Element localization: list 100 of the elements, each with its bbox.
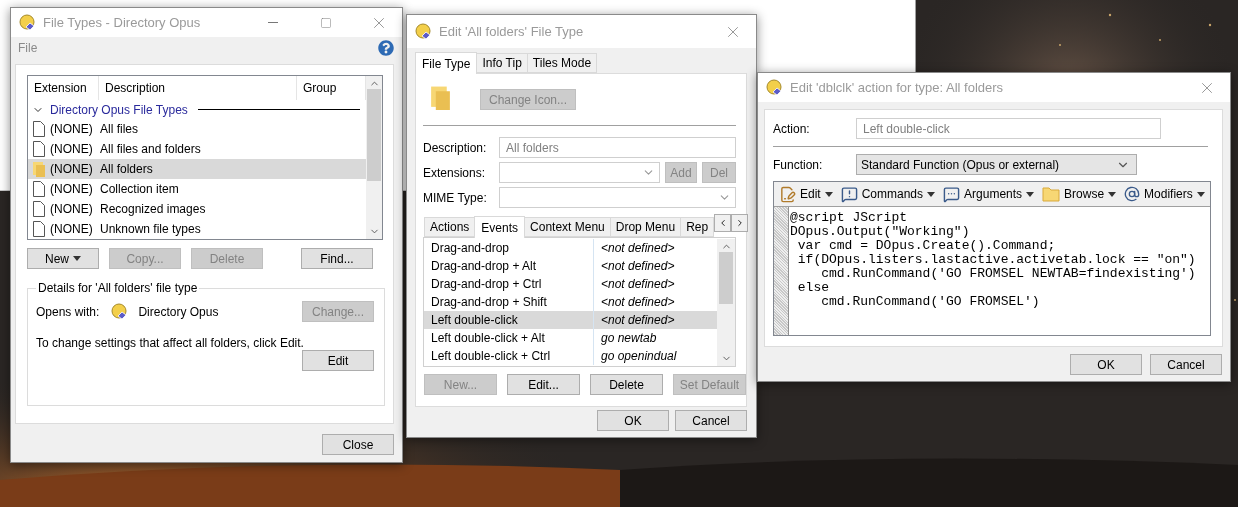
button[interactable]: Delete: [590, 374, 663, 395]
scrollbar-thumb[interactable]: [367, 89, 381, 181]
at-sign-icon: [1124, 186, 1141, 202]
code-line: if(DOpus.listers.lastactive.activetab.lock == "on"): [796, 253, 1196, 267]
table-row[interactable]: (NONE) All files: [28, 119, 366, 139]
column-header[interactable]: Description: [99, 76, 297, 100]
event-name: Drag-and-drop: [430, 240, 511, 257]
event-name: Left double-click + Ctrl: [430, 348, 552, 365]
list-row[interactable]: Left double-click + Alt go newtab: [424, 329, 717, 347]
list-row[interactable]: Left double-click <not defined>: [424, 311, 717, 329]
dropdown-button[interactable]: New: [27, 248, 99, 269]
file-icon: [33, 201, 45, 217]
tab[interactable]: Info Tip: [476, 53, 528, 73]
code-line: cmd.RunCommand('GO FROMSEL'): [820, 295, 1041, 309]
table-row[interactable]: (NONE) Recognized images: [28, 199, 366, 219]
field-label: MIME Type:: [423, 190, 488, 205]
event-command: <not defined>: [593, 239, 715, 257]
tab[interactable]: Drop Menu: [609, 217, 682, 237]
event-name: Left double-click: [430, 312, 519, 329]
file-icon: [33, 141, 45, 157]
edit-button[interactable]: Edit: [302, 350, 374, 371]
group-header: Directory Opus File Types: [50, 102, 188, 117]
event-name: Drag-and-drop + Shift: [430, 294, 548, 311]
app-icon: [415, 23, 432, 40]
scroll-right-button[interactable]: [731, 214, 749, 232]
scrollbar-thumb[interactable]: [719, 252, 733, 304]
table-row[interactable]: (NONE) Collection item: [28, 179, 366, 199]
app-icon: [766, 79, 783, 96]
table-row[interactable]: (NONE) All folders: [28, 159, 366, 179]
close-button[interactable]: Close: [322, 434, 394, 455]
column-header[interactable]: Extension: [28, 76, 99, 100]
info-text: To change settings that affect all folders, click Edit.: [36, 336, 305, 350]
text-field[interactable]: Left double-click: [856, 118, 1161, 139]
cancel-button[interactable]: Cancel: [675, 410, 747, 431]
event-name: Left double-click + Alt: [430, 330, 546, 347]
event-name: Drag-and-drop + Alt: [430, 258, 538, 275]
tab[interactable]: Rep: [680, 217, 715, 237]
tab[interactable]: Tiles Mode: [526, 53, 598, 73]
app-name: Directory Opus: [138, 304, 219, 319]
table-cell-text: (NONE): [50, 182, 94, 196]
table-cell-text: Collection item: [100, 182, 180, 196]
code-line: cmd.RunCommand('GO FROMSEL NEWTAB=findexisting'): [820, 267, 1196, 281]
maximize-icon: [320, 16, 332, 29]
table-cell-text: (NONE): [50, 202, 94, 216]
toolbar-menu[interactable]: Browse: [1042, 186, 1117, 202]
file-icon: [33, 181, 45, 197]
tab[interactable]: Events: [474, 216, 526, 238]
event-command: <not defined>: [593, 275, 715, 293]
window-title: File Types - Directory Opus: [43, 15, 202, 30]
table-cell-text: All folders: [100, 162, 154, 176]
tab[interactable]: Actions: [424, 217, 476, 237]
dropdown[interactable]: Standard Function (Opus or external): [856, 154, 1137, 175]
ok-button[interactable]: OK: [597, 410, 669, 431]
toolbar-menu[interactable]: Arguments: [943, 185, 1035, 203]
table-row[interactable]: (NONE) All files and folders: [28, 139, 366, 159]
field-label: Description:: [423, 140, 488, 155]
table-row[interactable]: (NONE) Unknown file types: [28, 219, 366, 239]
event-command: <not defined>: [593, 311, 715, 329]
list-row[interactable]: Drag-and-drop + Ctrl <not defined>: [424, 275, 717, 293]
caret-icon: [927, 191, 936, 197]
exclamation-bubble-icon: [840, 185, 858, 203]
tab[interactable]: Context Menu: [524, 217, 611, 237]
code-line: else: [796, 281, 830, 295]
combo-box[interactable]: [499, 162, 660, 183]
app-icon: [111, 303, 129, 320]
tab[interactable]: File Type: [415, 52, 478, 74]
table-cell-text: All files and folders: [100, 142, 202, 156]
list-row[interactable]: Left double-click + Ctrl go openindual: [424, 347, 717, 365]
caret-icon: [1026, 191, 1035, 197]
field-label: Function:: [773, 157, 824, 172]
field-label: Extensions:: [423, 165, 487, 180]
toolbar-menu[interactable]: Modifiers: [1124, 186, 1205, 202]
scroll-left-button[interactable]: [714, 214, 732, 232]
file-icon: [33, 221, 45, 237]
caret-icon: [73, 256, 81, 261]
text-field[interactable]: All folders: [499, 137, 736, 158]
list-row[interactable]: Drag-and-drop <not defined>: [424, 239, 717, 257]
pencil-page-icon: [779, 185, 796, 203]
list-row[interactable]: Drag-and-drop + Alt <not defined>: [424, 257, 717, 275]
event-name: Drag-and-drop + Ctrl: [430, 276, 543, 293]
event-command: go newtab: [593, 329, 715, 347]
table-cell-text: (NONE): [50, 222, 94, 236]
table-cell-text: (NONE): [50, 142, 94, 156]
group-title: Details for 'All folders' file type: [37, 281, 199, 295]
folder-icon: [431, 85, 450, 110]
combo-box[interactable]: [499, 187, 736, 208]
ok-button[interactable]: OK: [1070, 354, 1142, 375]
folder-icon: [33, 161, 45, 177]
help-icon[interactable]: [378, 39, 394, 56]
caret-icon: [1108, 191, 1117, 197]
table-cell-text: (NONE): [50, 162, 94, 176]
cancel-button[interactable]: Cancel: [1150, 354, 1222, 375]
toolbar-menu[interactable]: Edit: [779, 185, 833, 203]
field-label: Action:: [773, 121, 811, 136]
toolbar-menu[interactable]: Commands: [840, 185, 936, 203]
file-icon: [33, 121, 45, 137]
button[interactable]: Find...: [301, 248, 373, 269]
folder-icon: [1042, 186, 1061, 202]
button[interactable]: Edit...: [507, 374, 580, 395]
table-cell-text: All files: [100, 122, 139, 136]
